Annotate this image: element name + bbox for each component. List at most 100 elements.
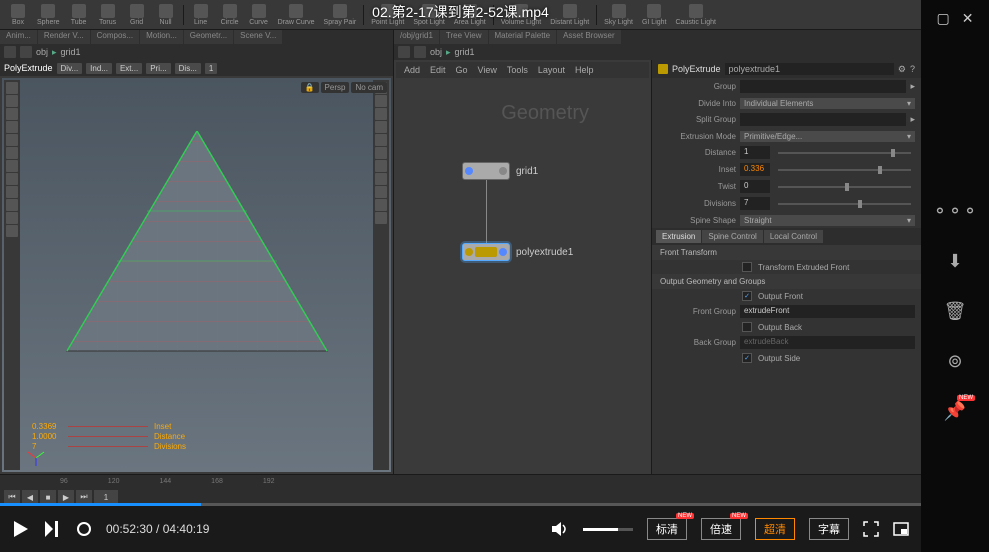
tool-move-icon[interactable] <box>6 95 18 107</box>
output-back-checkbox[interactable] <box>742 322 752 332</box>
disp-cam-icon[interactable] <box>375 134 387 146</box>
divide-into-combo[interactable]: Individual Elements▾ <box>740 98 915 109</box>
speed-button[interactable]: 倍速NEW <box>701 518 741 540</box>
disp-xray-icon[interactable] <box>375 199 387 211</box>
back-group-field[interactable]: extrudeBack <box>740 336 915 349</box>
next-button[interactable] <box>44 520 62 538</box>
spine-shape-combo[interactable]: Straight▾ <box>740 215 915 226</box>
divisions-field[interactable]: 7 <box>740 197 770 210</box>
viewport-3d[interactable]: 🔒 Persp No cam 0.3369Inset 1.0000Distanc… <box>2 78 391 472</box>
tool-lasso-icon[interactable] <box>6 160 18 172</box>
op-ext[interactable]: Ext... <box>116 63 142 74</box>
settings-icon[interactable]: ⊚ <box>943 349 967 373</box>
fullscreen-button[interactable] <box>863 521 879 537</box>
transform-front-checkbox[interactable] <box>742 262 752 272</box>
play-button[interactable] <box>12 520 30 538</box>
back-icon[interactable] <box>4 46 16 58</box>
close-button[interactable]: ✕ <box>962 10 974 27</box>
last-frame-button[interactable]: ⏭ <box>76 490 92 504</box>
menu-tools[interactable]: Tools <box>507 65 528 75</box>
menu-go[interactable]: Go <box>456 65 468 75</box>
share-icon[interactable]: ⚬⚬⚬ <box>943 199 967 223</box>
disp-normal-icon[interactable] <box>375 147 387 159</box>
node-polyextrude1[interactable]: polyextrude1 <box>462 243 573 261</box>
first-frame-button[interactable]: ⏮ <box>4 490 20 504</box>
disp-prim-icon[interactable] <box>375 173 387 185</box>
twist-slider[interactable] <box>778 186 911 188</box>
op-val[interactable]: 1 <box>205 63 217 74</box>
tab-motion[interactable]: Motion... <box>140 30 183 44</box>
play-button[interactable]: ▶ <box>58 490 74 504</box>
tab-render[interactable]: Render V... <box>38 30 90 44</box>
tool-rotate-icon[interactable] <box>6 108 18 120</box>
download-icon[interactable]: ⬇ <box>943 249 967 273</box>
pin-icon[interactable]: 📌NEW <box>943 399 967 423</box>
menu-edit[interactable]: Edit <box>430 65 446 75</box>
disp-light-icon[interactable] <box>375 121 387 133</box>
tab-obj[interactable]: /obj/grid1 <box>394 30 439 44</box>
distance-field[interactable]: 1 <box>740 146 770 159</box>
stop-button[interactable]: ■ <box>40 490 56 504</box>
fwd-icon[interactable] <box>414 46 426 58</box>
help-icon[interactable]: ? <box>910 64 915 74</box>
quality-hd-button[interactable]: 超清 <box>755 518 795 540</box>
tab-compos[interactable]: Compos... <box>91 30 139 44</box>
tool-grid-icon[interactable] <box>6 199 18 211</box>
tab-tree[interactable]: Tree View <box>440 30 488 44</box>
tool-handle-icon[interactable] <box>6 134 18 146</box>
disp-wire-icon[interactable] <box>375 95 387 107</box>
tool-view-icon[interactable] <box>6 147 18 159</box>
tab-anim[interactable]: Anim... <box>0 30 37 44</box>
distance-slider[interactable] <box>778 152 911 154</box>
timeline-ruler[interactable]: 96 120 144 168 192 <box>0 475 921 488</box>
extrusion-mode-combo[interactable]: Primitive/Edge...▾ <box>740 131 915 142</box>
persp-menu[interactable]: Persp <box>321 82 350 93</box>
inset-field[interactable]: 0.336 <box>740 163 770 176</box>
op-dis[interactable]: Dis... <box>175 63 201 74</box>
network-view[interactable]: Add Edit Go View Tools Layout Help Geome… <box>396 62 649 472</box>
tab-local[interactable]: Local Control <box>764 230 823 243</box>
volume-button[interactable] <box>551 520 569 538</box>
back-icon[interactable] <box>398 46 410 58</box>
tab-scene[interactable]: Scene V... <box>234 30 282 44</box>
op-pri[interactable]: Pri... <box>146 63 170 74</box>
tab-asset[interactable]: Asset Browser <box>557 30 621 44</box>
tool-brush-icon[interactable] <box>6 173 18 185</box>
output-side-checkbox[interactable]: ✓ <box>742 353 752 363</box>
camera-menu[interactable]: No cam <box>351 82 387 93</box>
maximize-button[interactable]: ▢ <box>937 10 950 27</box>
delete-icon[interactable]: 🗑 <box>943 299 967 323</box>
quality-standard-button[interactable]: 标清NEW <box>647 518 687 540</box>
twist-field[interactable]: 0 <box>740 180 770 193</box>
disp-uv-icon[interactable] <box>375 186 387 198</box>
tool-construct-icon[interactable] <box>6 225 18 237</box>
node-grid1[interactable]: grid1 <box>462 162 538 180</box>
tool-snap-icon[interactable] <box>6 186 18 198</box>
tool-select-icon[interactable] <box>6 82 18 94</box>
menu-view[interactable]: View <box>478 65 497 75</box>
op-ind[interactable]: Ind... <box>86 63 112 74</box>
section-output-geom[interactable]: Output Geometry and Groups <box>652 274 921 289</box>
chevron-icon[interactable]: ▸ <box>910 81 915 92</box>
prev-frame-button[interactable]: ◀ <box>22 490 38 504</box>
tab-material[interactable]: Material Palette <box>489 30 557 44</box>
tab-spine[interactable]: Spine Control <box>702 230 762 243</box>
chevron-icon[interactable]: ▸ <box>910 114 915 125</box>
current-frame-field[interactable]: 1 <box>94 490 118 504</box>
output-front-checkbox[interactable]: ✓ <box>742 291 752 301</box>
pip-button[interactable] <box>893 521 909 537</box>
split-group-field[interactable] <box>740 113 906 126</box>
group-field[interactable] <box>740 80 906 93</box>
lock-icon[interactable]: 🔒 <box>301 82 319 93</box>
disp-ghost-icon[interactable] <box>375 108 387 120</box>
loop-button[interactable] <box>76 521 92 537</box>
menu-layout[interactable]: Layout <box>538 65 565 75</box>
tool-magnet-icon[interactable] <box>6 212 18 224</box>
gear-icon[interactable]: ⚙ <box>898 64 906 75</box>
disp-point-icon[interactable] <box>375 160 387 172</box>
path-level[interactable]: obj <box>36 47 48 57</box>
inset-slider[interactable] <box>778 169 911 171</box>
front-group-field[interactable]: extrudeFront <box>740 305 915 318</box>
section-front-transform[interactable]: Front Transform <box>652 245 921 260</box>
menu-help[interactable]: Help <box>575 65 594 75</box>
